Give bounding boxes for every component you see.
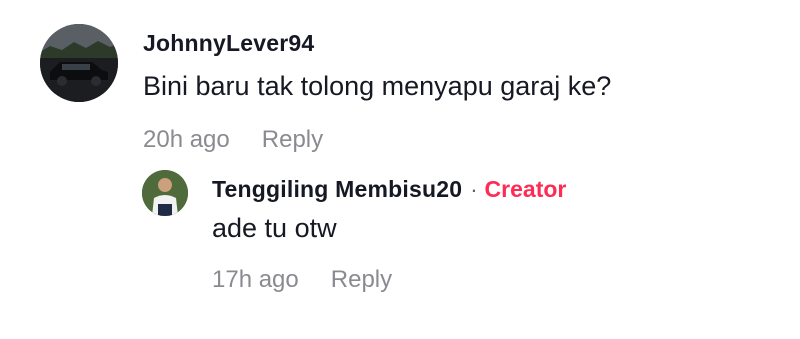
reply-text: ade tu otw: [212, 213, 337, 243]
avatar[interactable]: [40, 24, 118, 102]
timestamp: 20h ago: [143, 126, 230, 153]
separator-dot: ·: [470, 176, 478, 202]
comment-body: JohnnyLever94 Bini baru tak tolong menya…: [143, 30, 611, 154]
username[interactable]: JohnnyLever94: [143, 30, 314, 57]
username-row: Tenggiling Membisu20 · Creator: [212, 176, 566, 203]
avatar[interactable]: [142, 170, 188, 216]
reply-button[interactable]: Reply: [331, 266, 392, 294]
creator-badge: Creator: [484, 176, 567, 202]
comment-meta: 20h ago Reply: [143, 126, 611, 154]
reply-button[interactable]: Reply: [262, 126, 323, 154]
car-photo-icon: [40, 24, 118, 102]
username-row: JohnnyLever94: [143, 30, 611, 57]
reply-item: Tenggiling Membisu20 · Creator ade tu ot…: [142, 170, 762, 293]
username[interactable]: Tenggiling Membisu20: [212, 176, 462, 203]
reply-meta: 17h ago Reply: [212, 266, 566, 294]
person-photo-icon: [142, 170, 188, 216]
reply-body: Tenggiling Membisu20 · Creator ade tu ot…: [212, 176, 566, 294]
comment-text: Bini baru tak tolong menyapu garaj ke?: [143, 71, 612, 101]
timestamp: 17h ago: [212, 266, 299, 293]
comment-item: JohnnyLever94 Bini baru tak tolong menya…: [40, 24, 780, 154]
